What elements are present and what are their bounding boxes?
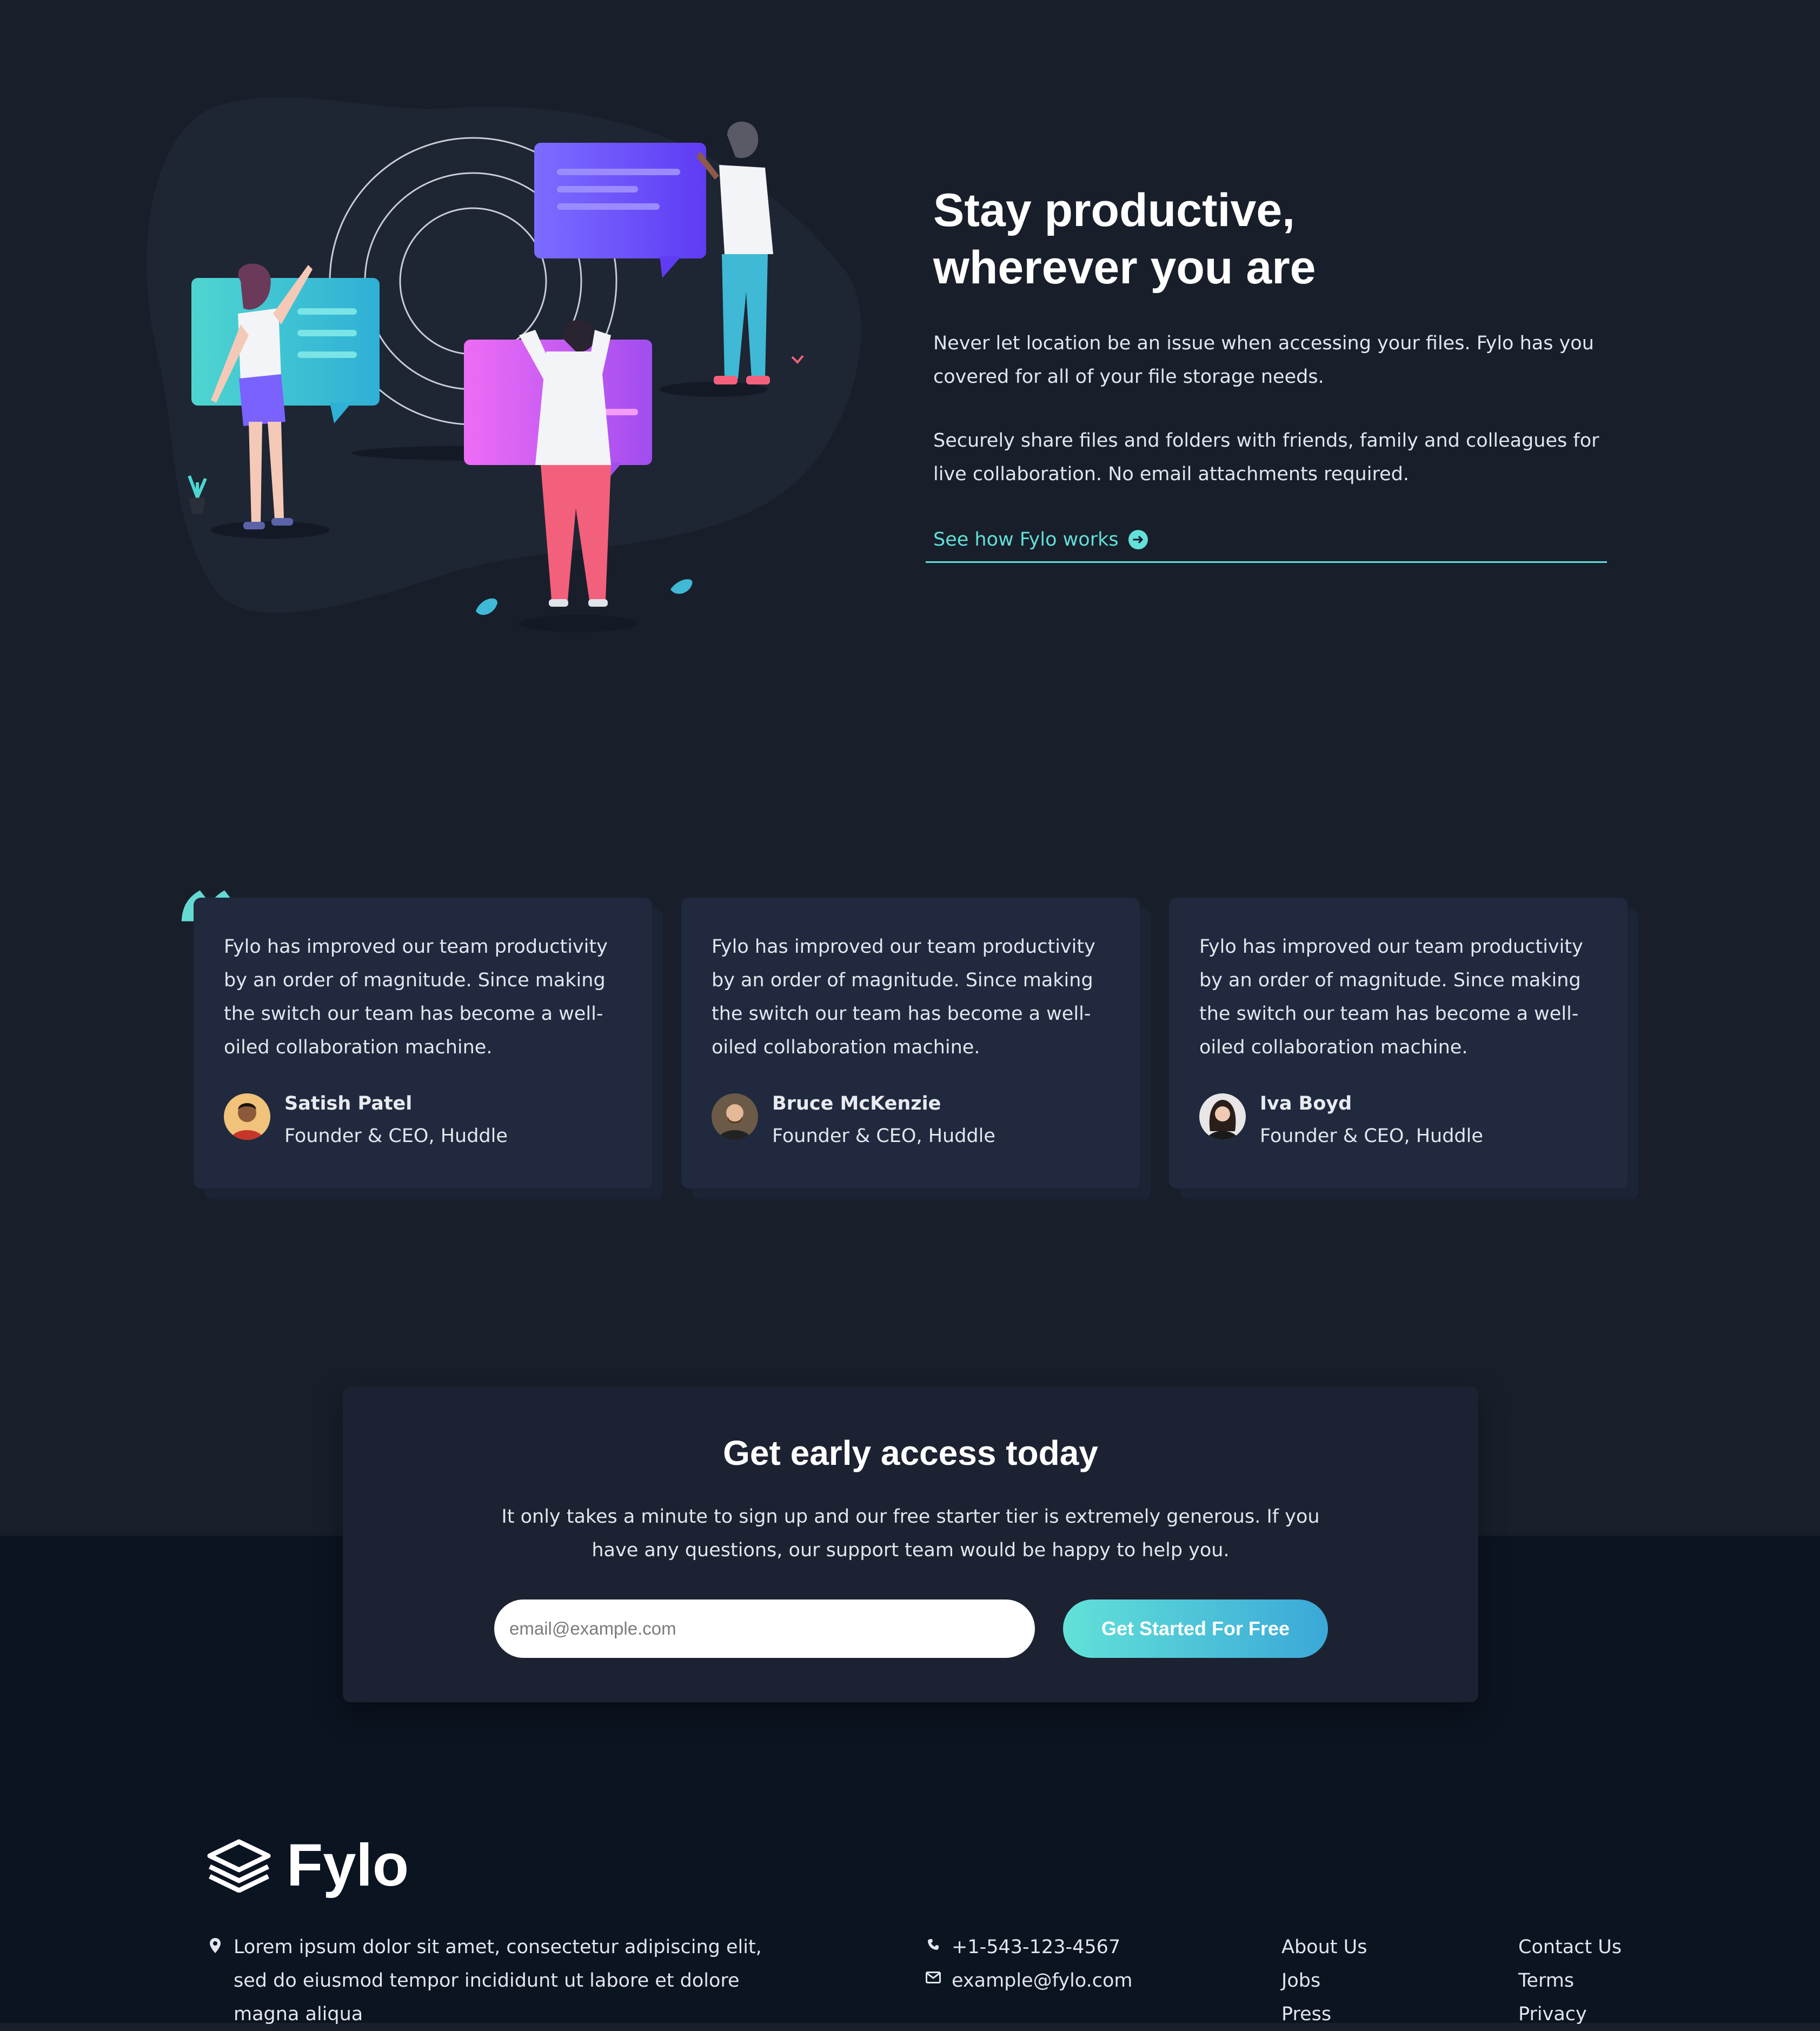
testimonial-name: Bruce McKenzie: [772, 1093, 941, 1114]
address-text: Lorem ipsum dolor sit amet, consectetur …: [234, 1936, 762, 2025]
fylo-logo[interactable]: Fylo: [205, 1833, 409, 1898]
avatar: [1199, 1093, 1246, 1140]
cta-text: It only takes a minute to sign up and ou…: [501, 1506, 1320, 1561]
avatar: [712, 1093, 758, 1140]
testimonial-quote: Fylo has improved our team productivity …: [1199, 936, 1583, 1058]
footer-phone[interactable]: +1-543-123-4567: [922, 1930, 1120, 1964]
get-started-button[interactable]: Get Started For Free: [1063, 1599, 1328, 1658]
testimonial-role: Founder & CEO, Huddle: [284, 1125, 508, 1147]
footer-link-terms[interactable]: Terms: [1518, 1964, 1574, 1997]
avatar: [224, 1093, 270, 1140]
logo-text: Fylo: [287, 1832, 409, 1899]
testimonial-card: Fylo has improved our team productivity …: [194, 898, 652, 1189]
testimonial-role: Founder & CEO, Huddle: [772, 1125, 995, 1147]
footer-link-contact-us[interactable]: Contact Us: [1518, 1930, 1622, 1964]
testimonial-role: Founder & CEO, Huddle: [1260, 1125, 1483, 1147]
testimonial-card: Fylo has improved our team productivity …: [1169, 898, 1628, 1189]
phone-icon: [922, 1930, 944, 1951]
testimonial-quote: Fylo has improved our team productivity …: [712, 936, 1095, 1058]
email-text: example@fylo.com: [952, 1970, 1133, 1992]
email-icon: [922, 1964, 944, 1983]
testimonial-quote: Fylo has improved our team productivity …: [224, 936, 608, 1058]
footer-email[interactable]: example@fylo.com: [922, 1964, 1132, 1997]
footer-link-press[interactable]: Press: [1281, 1997, 1331, 2031]
testimonial-card: Fylo has improved our team productivity …: [681, 898, 1140, 1189]
footer-address: Lorem ipsum dolor sit amet, consectetur …: [204, 1930, 778, 2031]
location-icon: [204, 1930, 226, 1953]
see-how-fylo-works-link[interactable]: See how Fylo works ➜: [933, 525, 1148, 555]
phone-text: +1-543-123-4567: [952, 1936, 1121, 1958]
link-underline: [926, 561, 1607, 563]
testimonial-name: Iva Boyd: [1260, 1093, 1352, 1114]
testimonial-name: Satish Patel: [284, 1093, 413, 1114]
productive-title-line2: wherever you are: [933, 242, 1316, 294]
cta-title: Get early access today: [723, 1433, 1098, 1472]
early-access-card: Get early access today It only takes a m…: [343, 1386, 1478, 1702]
footer-link-about-us[interactable]: About Us: [1281, 1930, 1367, 1964]
arrow-circle-icon: ➜: [1128, 530, 1148, 549]
email-input[interactable]: [494, 1599, 1035, 1658]
see-how-link-label: See how Fylo works: [933, 529, 1119, 550]
footer-link-jobs[interactable]: Jobs: [1281, 1964, 1320, 1997]
productive-paragraph-2: Securely share files and folders with fr…: [933, 430, 1599, 485]
productive-title-line1: Stay productive,: [933, 184, 1296, 236]
footer-link-privacy[interactable]: Privacy: [1518, 1997, 1587, 2031]
productive-title: Stay productive, wherever you are: [933, 182, 1636, 296]
productive-paragraph-1: Never let location be an issue when acce…: [933, 333, 1594, 388]
productive-illustration: [147, 97, 861, 632]
fylo-logo-icon: [207, 1839, 271, 1893]
